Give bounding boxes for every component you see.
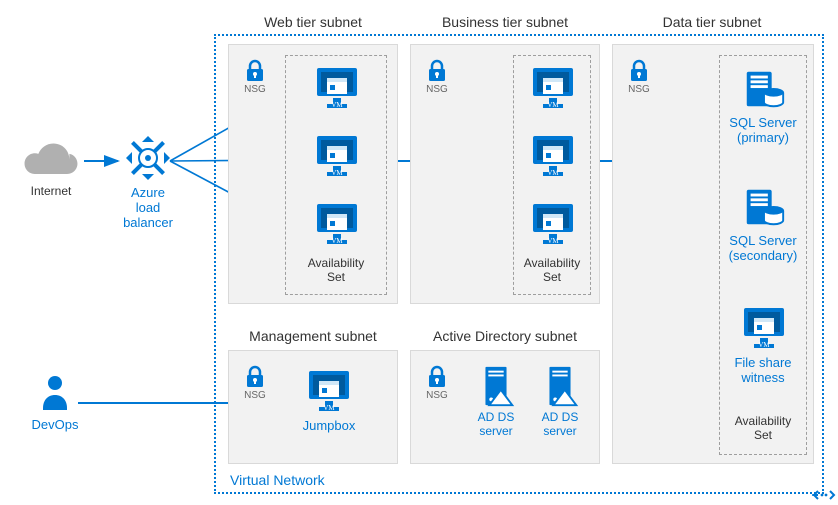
lock-icon [627,59,651,83]
vm-icon [313,200,361,248]
lock-icon [425,365,449,389]
resize-handle[interactable] [812,487,836,503]
lock-icon [243,365,267,389]
file-share-witness [740,304,788,352]
ad-server-2: AD DS server [533,363,587,439]
ad-server-2-label: AD DS server [542,411,579,439]
vm-icon [529,132,577,180]
sql-secondary-label: SQL Server (secondary) [720,234,806,264]
management-subnet-title: Management subnet [228,328,398,344]
server-icon [475,363,517,409]
web-availset-label: Availability Set [286,256,386,285]
ad-subnet: NSG AD DS server AD DS server [410,350,600,464]
resize-icon [812,487,836,503]
devops-label: DevOps [32,418,79,433]
nsg-ad-label: NSG [426,390,448,401]
devops-node: DevOps [32,374,78,433]
business-availability-set: Availability Set [513,55,591,295]
jumpbox-label: Jumpbox [303,419,356,434]
ad-server-1: AD DS server [469,363,523,439]
web-subnet: NSG Availability Set [228,44,398,304]
internet-label: Internet [31,184,72,198]
ad-subnet-title: Active Directory subnet [410,328,600,344]
business-subnet: NSG Availability Set [410,44,600,304]
data-availset-label: Availability Set [720,414,806,443]
sql-server-icon [741,184,787,230]
lock-icon [243,59,267,83]
business-vm-3 [529,200,577,248]
file-share-label: File share witness [720,356,806,386]
vm-icon [305,367,353,415]
data-availability-set: SQL Server (primary) SQL Server (seconda… [719,55,807,455]
web-vm-3 [313,200,361,248]
person-icon [39,374,71,414]
data-subnet-title: Data tier subnet [612,14,812,30]
sql-server-icon [741,66,787,112]
nsg-management-label: NSG [244,390,266,401]
nsg-web: NSG [237,59,273,95]
business-availset-label: Availability Set [514,256,590,285]
sql-primary-label: SQL Server (primary) [720,116,806,146]
load-balancer-icon [124,134,172,182]
virtual-network-label: Virtual Network [230,472,325,488]
web-vm-2 [313,132,361,180]
cloud-icon [16,132,86,178]
business-vm-2 [529,132,577,180]
data-subnet: NSG SQL Server (primary) SQL Server (sec… [612,44,814,464]
web-availability-set: Availability Set [285,55,387,295]
server-icon [539,363,581,409]
vm-icon [313,132,361,180]
vm-icon [740,304,788,352]
web-subnet-title: Web tier subnet [228,14,398,30]
ad-server-1-label: AD DS server [478,411,515,439]
lock-icon [425,59,449,83]
nsg-management: NSG [237,365,273,401]
business-subnet-title: Business tier subnet [410,14,600,30]
web-vm-1 [313,64,361,112]
sql-secondary [740,184,788,230]
jumpbox-vm: Jumpbox [299,367,359,434]
internet-node: Internet [14,132,88,198]
sql-primary [740,66,788,112]
nsg-web-label: NSG [244,84,266,95]
vm-icon [529,200,577,248]
nsg-data-label: NSG [628,84,650,95]
lb1-label: Azure load balancer [118,186,178,231]
load-balancer-external: Azure load balancer [118,134,178,231]
vm-icon [313,64,361,112]
nsg-data: NSG [621,59,657,95]
management-subnet: NSG Jumpbox [228,350,398,464]
business-vm-1 [529,64,577,112]
nsg-business: NSG [419,59,455,95]
nsg-ad: NSG [419,365,455,401]
nsg-business-label: NSG [426,84,448,95]
vm-icon [529,64,577,112]
